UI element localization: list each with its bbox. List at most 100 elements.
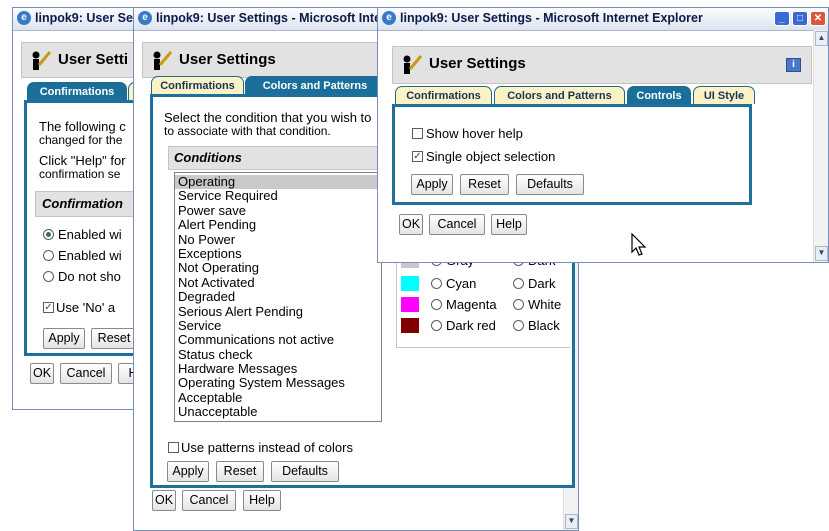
- condition-list-item[interactable]: Power save: [175, 203, 381, 218]
- ok-button[interactable]: OK: [152, 490, 176, 511]
- window-title: linpok9: User Settings - Microsoft Inter…: [156, 11, 394, 25]
- radio-enabled-1-label: Enabled wi: [58, 227, 122, 242]
- conditions-list: Operating Service Required Power save Alert…: [175, 174, 381, 420]
- instruction-line2: to associate with that condition.: [164, 124, 331, 138]
- condition-list-item[interactable]: Degraded: [175, 289, 381, 304]
- condition-list-item[interactable]: Service Required: [175, 188, 381, 203]
- single-object-selection-label: Single object selection: [426, 149, 556, 164]
- cancel-button[interactable]: Cancel: [182, 490, 236, 511]
- tab-confirmations[interactable]: Confirmations: [27, 82, 127, 100]
- radio-color-black[interactable]: [513, 320, 524, 331]
- color-swatch-magenta: [401, 297, 419, 312]
- instruction-line1: Select the condition that you wish to: [164, 110, 372, 125]
- conditions-listbox[interactable]: Operating Service Required Power save Alert…: [174, 172, 382, 422]
- color-dark-red-label: Dark red: [446, 318, 496, 333]
- color-cyan-label: Cyan: [446, 276, 477, 291]
- help-button[interactable]: Help: [491, 214, 527, 235]
- user-settings-icon: [32, 51, 52, 70]
- color-black-label: Black: [528, 318, 560, 333]
- radio-enabled-2[interactable]: [43, 250, 54, 261]
- ie-icon: e: [17, 11, 31, 25]
- tab-content: Show hover help ✓ Single object selectio…: [392, 104, 752, 205]
- reset-button[interactable]: Reset: [216, 461, 264, 482]
- scroll-down-icon[interactable]: ▼: [815, 246, 828, 261]
- scroll-up-icon[interactable]: ▲: [815, 31, 828, 46]
- window-titlebar[interactable]: e linpok9: User Sett: [13, 8, 151, 31]
- condition-list-item[interactable]: Acceptable: [175, 390, 381, 405]
- color-swatch-cyan: [401, 276, 419, 291]
- radio-color-white[interactable]: [513, 299, 524, 310]
- panel-header: User Settings i: [392, 46, 812, 84]
- condition-list-item[interactable]: Not Operating: [175, 260, 381, 275]
- panel-title: User Settings: [429, 55, 526, 72]
- window-title: linpok9: User Settings - Microsoft Inter…: [400, 11, 703, 25]
- user-settings-icon: [153, 51, 173, 70]
- conditions-header: Conditions: [168, 146, 385, 170]
- condition-list-item[interactable]: Alert Pending: [175, 217, 381, 232]
- radio-enabled-1[interactable]: [43, 229, 54, 240]
- apply-button[interactable]: Apply: [411, 174, 453, 195]
- radio-color-cyan[interactable]: [431, 278, 442, 289]
- condition-list-item[interactable]: Communications not active: [175, 332, 381, 347]
- show-hover-help-label: Show hover help: [426, 126, 523, 141]
- show-hover-help-checkbox[interactable]: [412, 128, 423, 139]
- scroll-down-icon[interactable]: ▼: [565, 514, 578, 529]
- window-titlebar[interactable]: e linpok9: User Settings - Microsoft Int…: [378, 8, 828, 31]
- ok-button[interactable]: OK: [399, 214, 423, 235]
- radio-enabled-2-label: Enabled wi: [58, 248, 122, 263]
- color-white-label: White: [528, 297, 562, 312]
- maximize-icon[interactable]: □: [792, 11, 808, 26]
- single-object-selection-checkbox[interactable]: ✓: [412, 151, 423, 162]
- cancel-button[interactable]: Cancel: [60, 363, 112, 384]
- cancel-button[interactable]: Cancel: [429, 214, 485, 235]
- radio-color-dark-2[interactable]: [513, 278, 524, 289]
- intro-text-line2: changed for the: [39, 133, 123, 147]
- use-no-checkbox[interactable]: ✓: [43, 302, 54, 313]
- tab-confirmations[interactable]: Confirmations: [151, 76, 244, 94]
- radio-do-not-show-label: Do not sho: [58, 269, 121, 284]
- minimize-icon[interactable]: _: [774, 11, 790, 26]
- defaults-button[interactable]: Defaults: [271, 461, 339, 482]
- ok-button[interactable]: OK: [30, 363, 54, 384]
- ie-icon: e: [382, 11, 396, 25]
- color-dark-2-label: Dark: [528, 276, 556, 291]
- reset-button[interactable]: Reset: [91, 328, 137, 349]
- color-swatch-dark-red: [401, 318, 419, 333]
- condition-list-item[interactable]: Operating System Messages: [175, 376, 381, 391]
- radio-do-not-show[interactable]: [43, 271, 54, 282]
- patterns-checkbox[interactable]: [168, 442, 179, 453]
- tab-controls[interactable]: Controls: [627, 86, 691, 104]
- condition-list-item[interactable]: Exceptions: [175, 246, 381, 261]
- window-title: linpok9: User Sett: [35, 11, 142, 25]
- ie-icon: e: [138, 11, 152, 25]
- tab-colors-and-patterns[interactable]: Colors and Patterns: [245, 76, 385, 94]
- radio-color-dark-red[interactable]: [431, 320, 442, 331]
- condition-list-item[interactable]: Service: [175, 318, 381, 333]
- info-icon[interactable]: i: [786, 58, 801, 72]
- user-settings-icon: [403, 55, 423, 74]
- panel-title: User Settings: [179, 51, 276, 68]
- apply-button[interactable]: Apply: [167, 461, 209, 482]
- tab-ui-style[interactable]: UI Style: [693, 86, 755, 104]
- condition-list-item[interactable]: Hardware Messages: [175, 361, 381, 376]
- vertical-scrollbar[interactable]: ▲ ▼: [813, 30, 828, 262]
- condition-list-item[interactable]: Operating: [175, 174, 381, 190]
- condition-list-item[interactable]: Not Activated: [175, 275, 381, 290]
- patterns-checkbox-label: Use patterns instead of colors: [181, 440, 353, 455]
- condition-list-item[interactable]: No Power: [175, 232, 381, 247]
- radio-color-magenta[interactable]: [431, 299, 442, 310]
- tab-confirmations[interactable]: Confirmations: [395, 86, 492, 104]
- defaults-button[interactable]: Defaults: [516, 174, 584, 195]
- intro-text-line1: The following c: [39, 119, 126, 134]
- condition-list-item[interactable]: Serious Alert Pending: [175, 304, 381, 319]
- tab-colors-and-patterns[interactable]: Colors and Patterns: [494, 86, 625, 104]
- condition-list-item[interactable]: Unacceptable: [175, 404, 381, 419]
- help-button[interactable]: Help: [243, 490, 281, 511]
- reset-button[interactable]: Reset: [460, 174, 509, 195]
- section-header-label: Confirmation: [42, 196, 123, 211]
- close-icon[interactable]: ✕: [810, 11, 826, 26]
- apply-button[interactable]: Apply: [43, 328, 85, 349]
- browser-window-front: e linpok9: User Settings - Microsoft Int…: [377, 7, 829, 263]
- mouse-pointer-icon: [631, 233, 647, 256]
- condition-list-item[interactable]: Status check: [175, 347, 381, 362]
